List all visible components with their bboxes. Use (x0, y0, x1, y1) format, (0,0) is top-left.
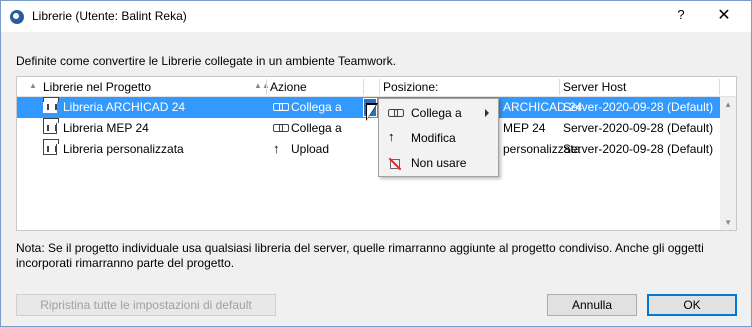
table-row[interactable]: Libreria MEP 24 Collega a MEP 24 Server-… (17, 118, 721, 139)
library-name: Libreria ARCHICAD 24 (63, 100, 186, 114)
server-host: Server-2020-09-28 (Default) (563, 100, 714, 114)
library-icon (43, 118, 59, 134)
menu-item-collega-a[interactable]: Collega a (379, 101, 498, 125)
action-value[interactable]: Collega a (291, 100, 342, 114)
menu-item-label: Collega a (411, 106, 462, 120)
upload-arrow-icon: ↑ (273, 141, 280, 156)
note-text: Nota: Se il progetto individuale usa qua… (16, 241, 704, 270)
mouse-cursor-icon (366, 103, 378, 121)
upload-arrow-icon: ↑ (388, 129, 395, 144)
sort-up-icon[interactable]: ▲ (29, 81, 37, 90)
cancel-button[interactable]: Annulla (547, 294, 637, 316)
submenu-arrow-icon (485, 109, 489, 117)
libraries-table: ▲ Librerie nel Progetto ▲▲ Azione Posizi… (16, 76, 737, 231)
title-bar: Librerie (Utente: Balint Reka) ? ✕ (1, 1, 751, 32)
menu-item-label: Non usare (411, 156, 467, 170)
link-icon (273, 123, 289, 132)
menu-item-modifica[interactable]: ↑ Modifica (379, 126, 498, 150)
library-icon (43, 139, 59, 155)
link-icon (388, 108, 404, 117)
header-library[interactable]: Librerie nel Progetto (43, 80, 151, 94)
intro-text: Definite come convertire le Librerie col… (16, 54, 396, 68)
position-value: MEP 24 (503, 121, 546, 135)
column-divider (559, 79, 560, 95)
header-action[interactable]: Azione (270, 80, 307, 94)
column-divider (719, 79, 720, 95)
reset-defaults-button[interactable]: Ripristina tutte le impostazioni di defa… (16, 294, 276, 316)
archicad-app-icon (10, 10, 24, 24)
ok-button[interactable]: OK (647, 294, 737, 316)
server-host: Server-2020-09-28 (Default) (563, 121, 714, 135)
menu-item-label: Modifica (411, 131, 456, 145)
librerie-dialog: Librerie (Utente: Balint Reka) ? ✕ Defin… (0, 0, 752, 327)
action-value[interactable]: Upload (291, 142, 329, 156)
library-icon (43, 97, 59, 113)
action-value[interactable]: Collega a (291, 121, 342, 135)
header-server[interactable]: Server Host (563, 80, 626, 94)
menu-item-non-usare[interactable]: Non usare (379, 151, 498, 175)
column-divider (363, 79, 364, 95)
close-button[interactable]: ✕ (709, 5, 739, 27)
library-name: Libreria MEP 24 (63, 121, 149, 135)
table-header: ▲ Librerie nel Progetto ▲▲ Azione Posizi… (17, 77, 736, 97)
link-icon (273, 102, 289, 111)
server-host: Server-2020-09-28 (Default) (563, 142, 714, 156)
header-position[interactable]: Posizione: (383, 80, 438, 94)
column-divider (379, 79, 380, 95)
scroll-up-icon[interactable]: ▲ (724, 100, 732, 109)
no-use-icon (388, 157, 402, 170)
library-name: Libreria personalizzata (63, 142, 184, 156)
column-divider (266, 79, 267, 95)
window-title: Librerie (Utente: Balint Reka) (32, 9, 187, 23)
vertical-scrollbar[interactable] (720, 97, 736, 230)
scroll-down-icon[interactable]: ▼ (724, 218, 732, 227)
action-popup-menu: Collega a ↑ Modifica Non usare (378, 98, 499, 177)
table-row[interactable]: Libreria personalizzata ↑ Upload persona… (17, 139, 721, 160)
help-button[interactable]: ? (669, 7, 693, 27)
sort-up-icon[interactable]: ▲▲ (254, 81, 270, 90)
